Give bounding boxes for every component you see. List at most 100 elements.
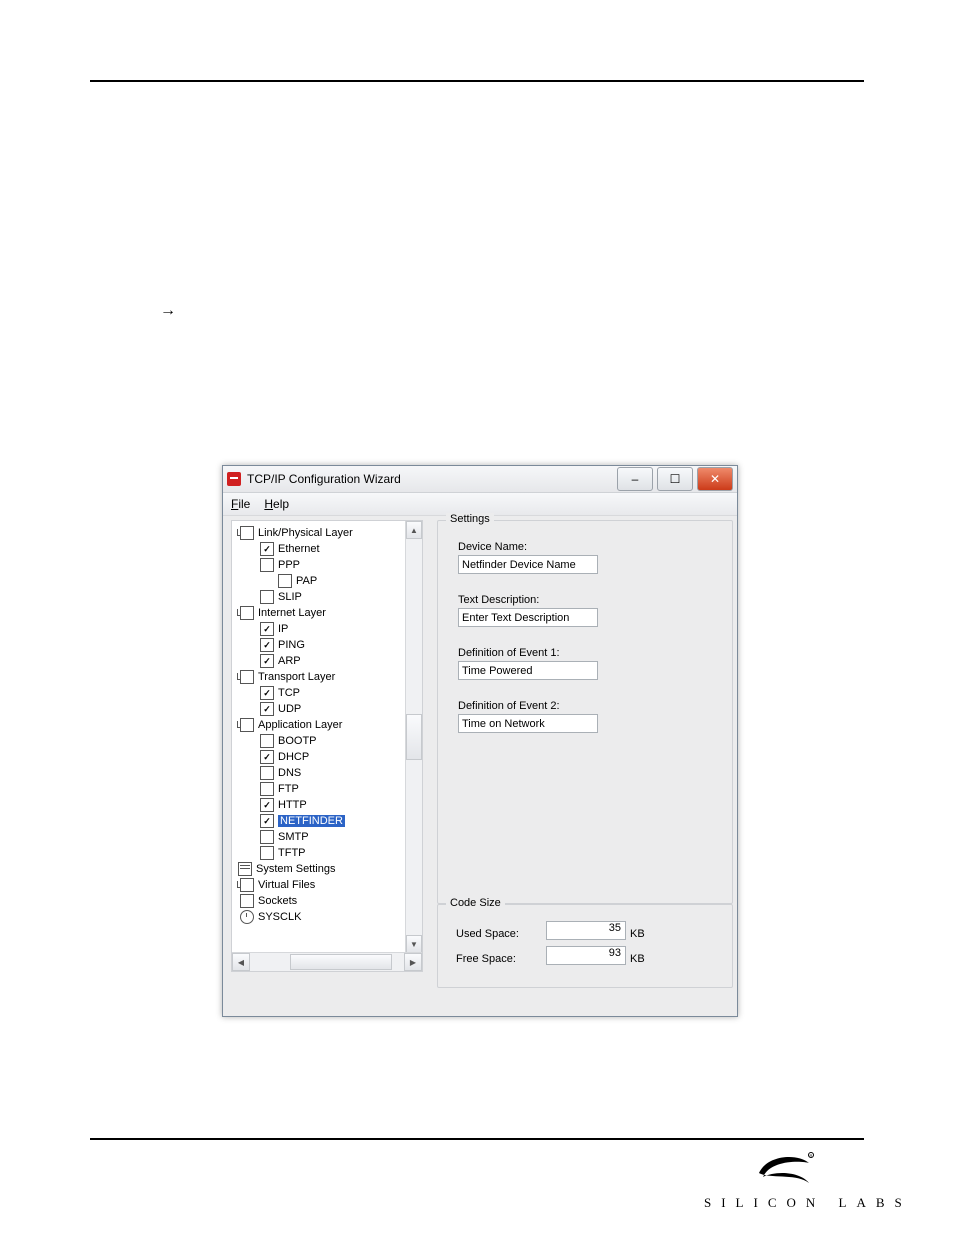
- checkbox-unchecked-icon[interactable]: [278, 574, 292, 588]
- event2-input[interactable]: [458, 714, 598, 733]
- checkbox-checked-icon[interactable]: ✓: [260, 798, 274, 812]
- tree-item-tftp[interactable]: TFTP: [238, 845, 420, 861]
- tree-label: Application Layer: [258, 719, 342, 731]
- tree-label: DHCP: [278, 751, 309, 763]
- checkbox-checked-icon[interactable]: ✓: [260, 750, 274, 764]
- checkbox-unchecked-icon[interactable]: [260, 766, 274, 780]
- tree-label: System Settings: [256, 863, 335, 875]
- checkbox-unchecked-icon[interactable]: [260, 558, 274, 572]
- tree-label: DNS: [278, 767, 301, 779]
- checkbox-unchecked-icon[interactable]: [260, 846, 274, 860]
- tree-item-ppp[interactable]: PPP: [238, 557, 420, 573]
- tree-view[interactable]: Link/Physical Layer ✓ Ethernet PPP PAP SL…: [232, 521, 422, 955]
- used-space-unit: KB: [630, 928, 645, 940]
- settings-group: Settings Device Name: Text Description: …: [437, 520, 733, 904]
- tree-label-selected: NETFINDER: [278, 815, 345, 827]
- tree-item-sysclk[interactable]: SYSCLK: [238, 909, 420, 925]
- tree-header-system-settings[interactable]: System Settings: [238, 861, 420, 877]
- tree-item-dhcp[interactable]: ✓ DHCP: [238, 749, 420, 765]
- tree-header-application[interactable]: Application Layer: [238, 717, 420, 733]
- code-size-legend: Code Size: [446, 897, 505, 909]
- list-icon: [238, 862, 252, 876]
- tree-item-slip[interactable]: SLIP: [238, 589, 420, 605]
- maximize-button[interactable]: ☐: [657, 467, 693, 491]
- tree-item-ethernet[interactable]: ✓ Ethernet: [238, 541, 420, 557]
- tree-label: Ethernet: [278, 543, 320, 555]
- clock-icon: [240, 910, 254, 924]
- tree-item-sockets[interactable]: Sockets: [238, 893, 420, 909]
- checkbox-checked-icon[interactable]: ✓: [260, 638, 274, 652]
- hscroll-thumb[interactable]: [290, 954, 392, 970]
- tree-label: PPP: [278, 559, 300, 571]
- arrow-glyph: →: [160, 302, 176, 320]
- tree-label: SYSCLK: [258, 911, 301, 923]
- tree-item-pap[interactable]: PAP: [238, 573, 420, 589]
- event1-input[interactable]: [458, 661, 598, 680]
- close-button[interactable]: ✕: [697, 467, 733, 491]
- vscroll-thumb[interactable]: [406, 714, 422, 760]
- tree-header-internet[interactable]: Internet Layer: [238, 605, 420, 621]
- menu-help[interactable]: Help: [264, 497, 289, 511]
- tree-item-ping[interactable]: ✓ PING: [238, 637, 420, 653]
- tree-label: Link/Physical Layer: [258, 527, 353, 539]
- free-space-unit: KB: [630, 953, 645, 965]
- checkbox-checked-icon[interactable]: ✓: [260, 622, 274, 636]
- tree-item-dns[interactable]: DNS: [238, 765, 420, 781]
- tree-label: PAP: [296, 575, 317, 587]
- used-space-label: Used Space:: [456, 928, 546, 940]
- tree-label: SLIP: [278, 591, 302, 603]
- tree-label: Virtual Files: [258, 879, 315, 891]
- tree-label: Transport Layer: [258, 671, 335, 683]
- silicon-labs-logo: R SILICON LABS: [704, 1149, 864, 1225]
- tree-item-netfinder[interactable]: ✓ NETFINDER: [238, 813, 420, 829]
- tree-item-tcp[interactable]: ✓ TCP: [238, 685, 420, 701]
- tree-header-link-physical[interactable]: Link/Physical Layer: [238, 525, 420, 541]
- tree-item-ip[interactable]: ✓IP: [238, 621, 420, 637]
- scroll-up-icon[interactable]: ▲: [406, 521, 422, 539]
- tree-label: Internet Layer: [258, 607, 326, 619]
- checkbox-checked-icon[interactable]: ✓: [260, 654, 274, 668]
- checkbox-checked-icon[interactable]: ✓: [260, 814, 274, 828]
- doc-icon: [240, 894, 254, 908]
- scroll-left-icon[interactable]: ◀: [232, 953, 250, 971]
- tree-item-bootp[interactable]: BOOTP: [238, 733, 420, 749]
- window: TCP/IP Configuration Wizard – ☐ ✕ File H…: [222, 465, 738, 1017]
- minimize-button[interactable]: –: [617, 467, 653, 491]
- tree-label: SMTP: [278, 831, 309, 843]
- tree-vscrollbar[interactable]: ▲ ▼: [405, 521, 422, 953]
- text-description-label: Text Description:: [458, 594, 722, 606]
- event1-label: Definition of Event 1:: [458, 647, 722, 659]
- checkbox-checked-icon[interactable]: ✓: [260, 702, 274, 716]
- client-area: Link/Physical Layer ✓ Ethernet PPP PAP SL…: [223, 516, 737, 1016]
- checkbox-unchecked-icon[interactable]: [260, 830, 274, 844]
- tree-label: PING: [278, 639, 305, 651]
- scroll-right-icon[interactable]: ▶: [404, 953, 422, 971]
- tree-label: Sockets: [258, 895, 297, 907]
- menu-file[interactable]: File: [231, 497, 250, 511]
- tree-item-udp[interactable]: ✓UDP: [238, 701, 420, 717]
- checkbox-checked-icon[interactable]: ✓: [260, 686, 274, 700]
- tree-item-smtp[interactable]: SMTP: [238, 829, 420, 845]
- wizard-screenshot: TCP/IP Configuration Wizard – ☐ ✕ File H…: [222, 465, 736, 1015]
- checkbox-unchecked-icon[interactable]: [260, 782, 274, 796]
- tree-item-arp[interactable]: ✓ ARP: [238, 653, 420, 669]
- layer-icon: [240, 606, 254, 620]
- tree-item-ftp[interactable]: FTP: [238, 781, 420, 797]
- tree-label: ARP: [278, 655, 301, 667]
- tree-header-transport[interactable]: Transport Layer: [238, 669, 420, 685]
- layer-icon: [240, 878, 254, 892]
- text-description-input[interactable]: [458, 608, 598, 627]
- layer-icon: [240, 670, 254, 684]
- checkbox-unchecked-icon[interactable]: [260, 734, 274, 748]
- scroll-down-icon[interactable]: ▼: [406, 935, 422, 953]
- tree-item-http[interactable]: ✓HTTP: [238, 797, 420, 813]
- checkbox-checked-icon[interactable]: ✓: [260, 542, 274, 556]
- tree-label: TCP: [278, 687, 300, 699]
- tree-panel: Link/Physical Layer ✓ Ethernet PPP PAP SL…: [231, 520, 423, 972]
- device-name-input[interactable]: [458, 555, 598, 574]
- tree-item-virtual-files[interactable]: Virtual Files: [238, 877, 420, 893]
- checkbox-unchecked-icon[interactable]: [260, 590, 274, 604]
- titlebar[interactable]: TCP/IP Configuration Wizard – ☐ ✕: [223, 466, 737, 493]
- tree-hscrollbar[interactable]: ◀ ▶: [232, 952, 422, 971]
- free-space-value: 93: [546, 946, 626, 965]
